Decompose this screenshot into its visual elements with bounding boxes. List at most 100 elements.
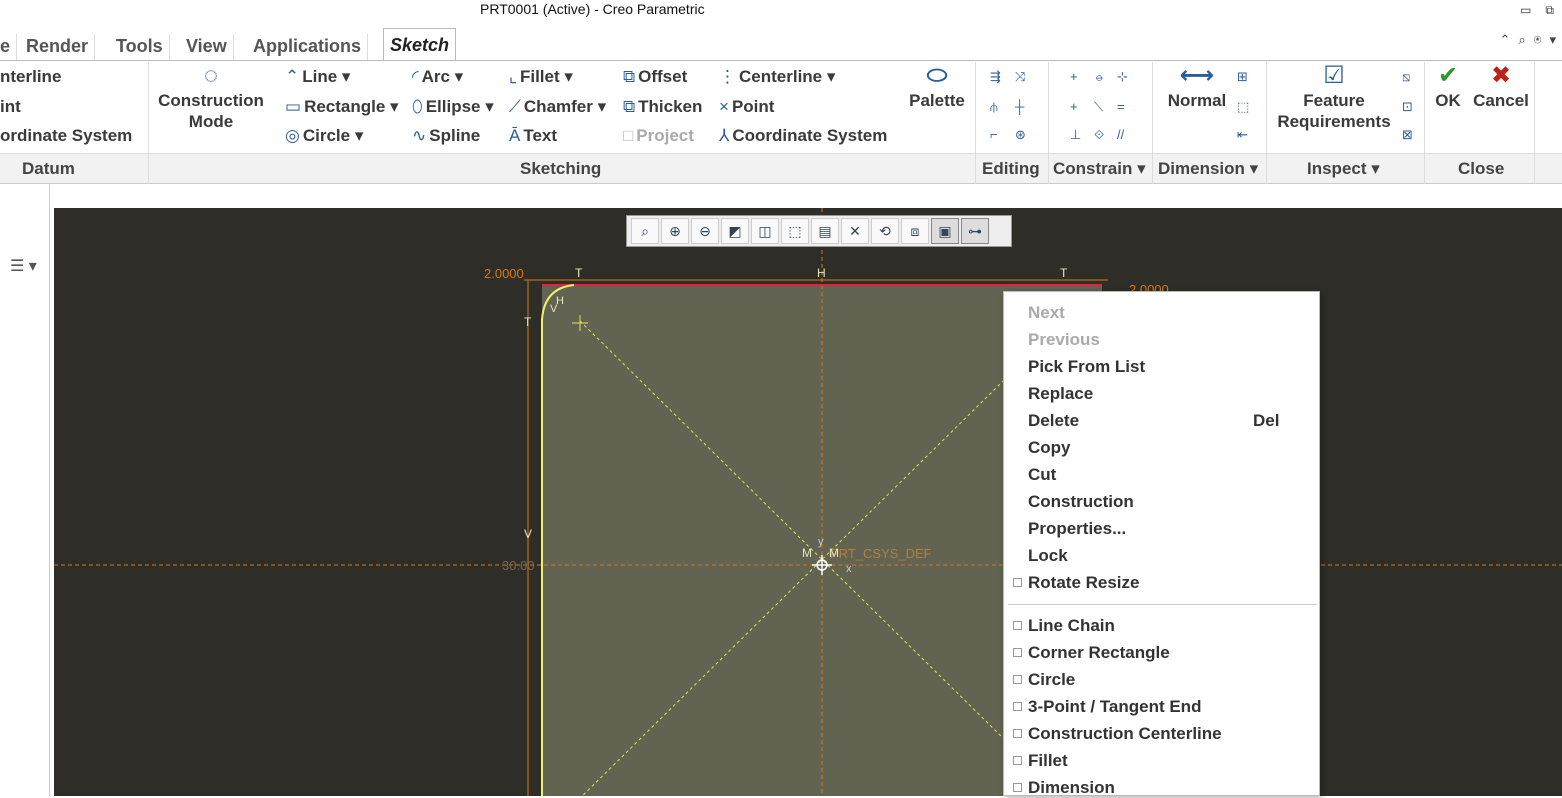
menu-item-rotate-resize[interactable]: Rotate Resize: [1028, 573, 1139, 593]
dimension-left[interactable]: 2.0000: [484, 266, 524, 281]
horizontal-constraint-icon[interactable]: +: [1070, 99, 1078, 114]
tab-applications[interactable]: Applications: [247, 34, 369, 60]
refit-icon[interactable]: ⌕: [631, 218, 659, 244]
constraint-m-right: M: [829, 546, 839, 560]
modify-icon[interactable]: ⇶: [990, 69, 1001, 85]
menu-item-replace[interactable]: Replace: [1028, 384, 1093, 404]
chamfer-button[interactable]: ⟋ Chamfer ▾: [509, 97, 606, 117]
baseline-icon[interactable]: ⇤: [1237, 127, 1248, 143]
menu-item-line-chain[interactable]: Line Chain: [1028, 616, 1115, 636]
tab-sketch[interactable]: Sketch: [383, 28, 457, 61]
divide-icon[interactable]: ┼: [1015, 99, 1024, 114]
sketcher-display-icon[interactable]: ▣: [931, 218, 959, 244]
menu-item-construction[interactable]: Construction: [1028, 492, 1134, 512]
restore-button[interactable]: ⧉: [1545, 3, 1554, 18]
perpendicular-constraint-icon[interactable]: ⊥: [1070, 127, 1081, 143]
corner-icon[interactable]: ⌐: [990, 127, 998, 142]
view-manager-icon[interactable]: ▤: [811, 218, 839, 244]
perimeter-icon[interactable]: ⊞: [1237, 69, 1248, 85]
menu-item-previous[interactable]: Previous: [1028, 330, 1100, 350]
menu-item-next[interactable]: Next: [1028, 303, 1065, 323]
equal-constraint-icon[interactable]: =: [1117, 99, 1125, 114]
search-icon[interactable]: ⌕: [1518, 32, 1525, 48]
annotation-display-icon[interactable]: ⟲: [871, 218, 899, 244]
coordinate-system-button[interactable]: ⅄ Coordinate System: [719, 126, 887, 146]
sketch-view-icon[interactable]: ⧈: [901, 218, 929, 244]
datum-display-icon[interactable]: ✕: [841, 218, 869, 244]
collapse-ribbon-icon[interactable]: ⌃: [1499, 32, 1510, 48]
point-button[interactable]: × Point: [719, 97, 774, 117]
menu-item-construction-centerline[interactable]: Construction Centerline: [1028, 724, 1222, 744]
help-icon[interactable]: ⍟: [1534, 32, 1542, 48]
menu-item-pick-from-list[interactable]: Pick From List: [1028, 357, 1145, 377]
group-dimension[interactable]: Dimension ▾: [1158, 159, 1258, 179]
construction-centerline-checkbox-icon: [1013, 729, 1022, 738]
mirror-icon[interactable]: ⫛: [990, 99, 998, 115]
menu-item-copy[interactable]: Copy: [1028, 438, 1071, 458]
menu-item-properties[interactable]: Properties...: [1028, 519, 1126, 539]
group-inspect[interactable]: Inspect ▾: [1307, 159, 1380, 179]
menu-item-corner-rectangle[interactable]: Corner Rectangle: [1028, 643, 1170, 663]
zoom-out-icon[interactable]: ⊖: [691, 218, 719, 244]
offset-button[interactable]: ⧉ Offset: [623, 67, 687, 87]
chevron-down-icon[interactable]: ▾: [1549, 32, 1556, 48]
palette-button[interactable]: ⬭ Palette: [905, 64, 969, 111]
normal-dimension-button[interactable]: ⟷ Normal: [1162, 62, 1232, 111]
ellipse-button[interactable]: ⬯ Ellipse ▾: [412, 97, 494, 117]
datum-coordinate-system-button[interactable]: ordinate System: [0, 126, 132, 146]
vertical-constraint-icon[interactable]: +: [1070, 69, 1078, 84]
thicken-button[interactable]: ⧉ Thicken: [623, 97, 702, 117]
highlight-open-ends-icon[interactable]: ⊡: [1402, 99, 1413, 115]
graphics-window[interactable]: 2.0000 2.0000 30.00 PRT_CSYS_DEF T T T H…: [54, 208, 1562, 796]
minimize-button[interactable]: ▭: [1520, 3, 1531, 18]
project-icon: □: [623, 126, 634, 145]
ok-button[interactable]: ✔ OK: [1432, 64, 1464, 111]
feature-requirements-button[interactable]: ☑ Feature Requirements: [1272, 64, 1396, 132]
dimension-icon: ⟷: [1179, 62, 1215, 89]
line-button[interactable]: ⌃ Line ▾: [285, 67, 350, 87]
construction-mode-button[interactable]: ◌ Construction Mode: [152, 64, 270, 132]
datum-point-button[interactable]: int: [0, 97, 21, 117]
tab-tools[interactable]: Tools: [110, 34, 170, 60]
tab-view[interactable]: View: [180, 34, 234, 60]
overlapping-geometry-icon[interactable]: ⧅: [1402, 69, 1410, 85]
tree-settings-icon[interactable]: ☰ ▾: [10, 256, 37, 276]
project-button[interactable]: □ Project: [623, 126, 694, 146]
tab-render[interactable]: Render: [20, 34, 96, 60]
fillet-button[interactable]: ⌞ Fillet ▾: [509, 67, 573, 87]
spline-button[interactable]: ∿ Spline: [412, 126, 480, 146]
constraints-display-icon[interactable]: ⊶: [961, 218, 989, 244]
repaint-icon[interactable]: ◩: [721, 218, 749, 244]
centerline-button[interactable]: ⋮ Centerline ▾: [719, 67, 835, 87]
menu-item-cut[interactable]: Cut: [1028, 465, 1056, 485]
menu-item-dimension[interactable]: Dimension: [1028, 778, 1115, 798]
zoom-in-icon[interactable]: ⊕: [661, 218, 689, 244]
symmetric-constraint-icon[interactable]: ⟐: [1094, 127, 1104, 143]
display-style-icon[interactable]: ◫: [751, 218, 779, 244]
menu-item-fillet[interactable]: Fillet: [1028, 751, 1068, 771]
three-point-checkbox-icon: [1013, 702, 1022, 711]
delete-segment-icon[interactable]: ⤨: [1015, 69, 1025, 85]
rotate-resize-icon[interactable]: ⊛: [1015, 127, 1026, 143]
dimension-vertical[interactable]: 30.00: [502, 558, 535, 573]
menu-item-circle[interactable]: Circle: [1028, 670, 1075, 690]
coincident-constraint-icon[interactable]: ⟍: [1094, 99, 1103, 115]
group-editing[interactable]: Editing: [982, 159, 1040, 179]
reference-icon[interactable]: ⬚: [1237, 99, 1249, 115]
datum-centerline-button[interactable]: nterline: [0, 67, 61, 87]
rectangle-button[interactable]: ▭ Rectangle ▾: [285, 97, 399, 117]
shade-closed-loops-icon[interactable]: ⊠: [1402, 127, 1413, 143]
menu-item-3-point-tangent-end[interactable]: 3-Point / Tangent End: [1028, 697, 1201, 717]
cancel-button[interactable]: ✖ Cancel: [1470, 64, 1532, 111]
group-constrain[interactable]: Constrain ▾: [1053, 159, 1146, 179]
saved-orientations-icon[interactable]: ⬚: [781, 218, 809, 244]
parallel-constraint-icon[interactable]: //: [1117, 127, 1124, 142]
midpoint-constraint-icon[interactable]: ⊹: [1117, 69, 1128, 85]
tangent-constraint-icon[interactable]: ⦵: [1094, 69, 1105, 85]
text-button[interactable]: Ā Text: [509, 126, 557, 146]
arc-button[interactable]: ◜ Arc ▾: [412, 67, 463, 87]
menu-item-lock[interactable]: Lock: [1028, 546, 1068, 566]
menu-item-delete[interactable]: Delete Del: [1028, 411, 1279, 431]
circle-button[interactable]: ◎ Circle ▾: [285, 126, 363, 146]
tab-file-partial[interactable]: e: [0, 34, 18, 60]
